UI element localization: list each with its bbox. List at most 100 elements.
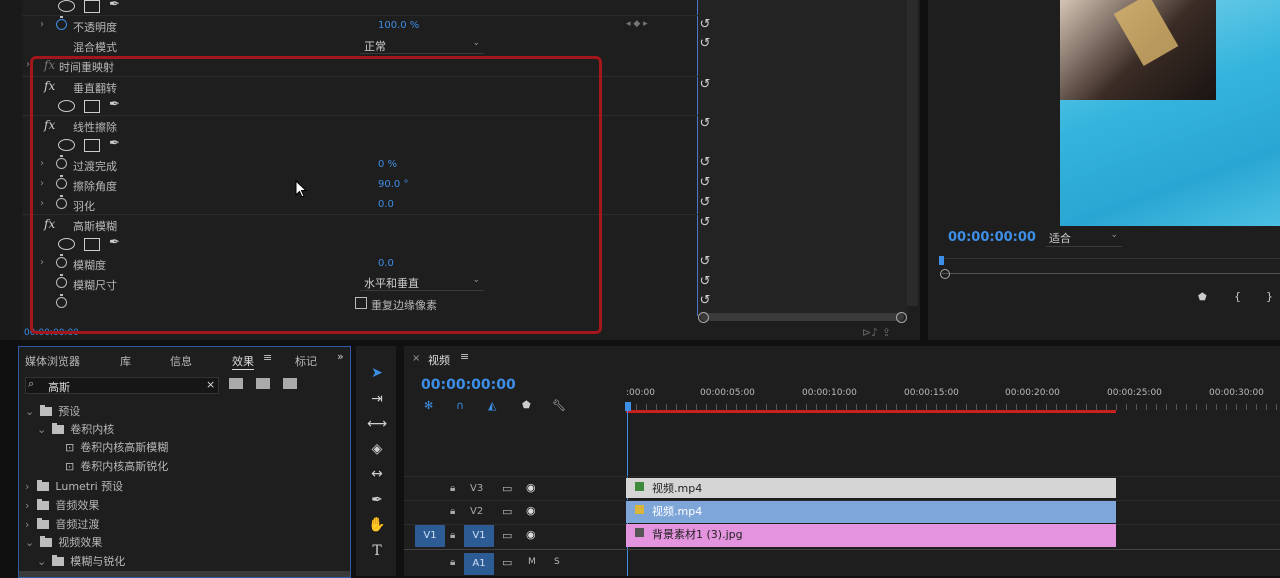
sync-lock-icon[interactable]: ▭ xyxy=(502,529,512,542)
linked-selection-icon[interactable]: ∩ xyxy=(456,399,464,412)
stopwatch-icon[interactable] xyxy=(56,16,67,30)
mute-button[interactable]: M xyxy=(528,557,536,567)
tab-media-browser[interactable]: 媒体浏览器 xyxy=(25,353,80,369)
chevron-right-icon: › xyxy=(25,518,30,531)
playhead-icon[interactable] xyxy=(625,402,631,411)
tree-presets[interactable]: ⌄ 预设 xyxy=(25,403,80,421)
track-label-v2[interactable]: V2 xyxy=(470,506,483,517)
blend-mode-dropdown[interactable]: 正常 ⌄ xyxy=(360,38,484,54)
search-box[interactable]: ⌕ 高斯 × xyxy=(25,377,219,394)
clear-search-icon[interactable]: × xyxy=(206,378,215,391)
32bit-effects-icon[interactable] xyxy=(256,378,270,389)
program-timecode[interactable]: 00:00:00:00 xyxy=(948,230,1036,245)
track-label-a1[interactable]: A1 xyxy=(464,553,494,575)
time-ruler[interactable]: :00:00 00:00:05:00 00:00:10:00 00:00:15:… xyxy=(626,384,1280,414)
lock-icon[interactable]: 🔒︎ xyxy=(450,506,455,517)
marker-icon[interactable]: ⬟ xyxy=(1198,292,1207,303)
keyframe-nav[interactable]: ◂ ◆ ▸ xyxy=(626,19,648,29)
accelerated-effects-icon[interactable] xyxy=(229,378,243,389)
pen-mask-icon[interactable]: ✒ xyxy=(109,0,120,12)
tree-selected-row[interactable] xyxy=(19,571,350,577)
tree-conv-gaussian-sharpen[interactable]: ⊡ 卷积内核高斯锐化 xyxy=(65,458,168,476)
clip-v2[interactable]: 视频.mp4 xyxy=(626,501,1116,523)
render-icons[interactable]: ⊳♪ ⇪ xyxy=(862,326,891,339)
search-input[interactable]: 高斯 xyxy=(48,379,70,395)
tree-audio-transitions[interactable]: › 音频过渡 xyxy=(25,516,99,534)
timeline-timecode[interactable]: 00:00:00:00 xyxy=(421,377,516,393)
reset-icon[interactable]: ↺ xyxy=(698,216,712,230)
eye-icon[interactable]: ◉ xyxy=(526,528,536,541)
lock-icon[interactable]: 🔒︎ xyxy=(450,530,455,541)
reset-icon[interactable]: ↺ xyxy=(698,196,712,210)
reset-icon[interactable]: ↺ xyxy=(698,18,712,32)
razor-tool-icon[interactable]: ◈ xyxy=(366,438,388,460)
sync-lock-icon[interactable]: ▭ xyxy=(502,556,512,569)
rect-mask-icon[interactable] xyxy=(84,0,100,13)
tab-libraries[interactable]: 库 xyxy=(120,353,131,369)
zoom-handle[interactable] xyxy=(940,269,950,279)
reset-icon[interactable]: ↺ xyxy=(698,294,712,308)
lock-icon[interactable]: 🔒︎ xyxy=(450,483,455,494)
vertical-scrollbar[interactable] xyxy=(907,0,918,306)
tab-markers[interactable]: 标记 xyxy=(295,353,317,369)
solo-button[interactable]: S xyxy=(554,557,560,567)
fit-dropdown[interactable]: 适合 ⌄ xyxy=(1046,230,1122,247)
reset-icon[interactable]: ↺ xyxy=(698,176,712,190)
snap-icon[interactable]: ✻ xyxy=(424,399,433,412)
track-label-v1[interactable]: V1 xyxy=(464,525,494,547)
reset-icon[interactable]: ↺ xyxy=(698,156,712,170)
sync-lock-icon[interactable]: ▭ xyxy=(502,505,512,518)
pen-tool-icon[interactable]: ✒ xyxy=(366,489,388,511)
program-ruler[interactable] xyxy=(938,258,1280,271)
add-marker-icon[interactable]: ◭ xyxy=(488,399,496,412)
tree-lumetri-presets[interactable]: › Lumetri 预设 xyxy=(25,478,123,496)
wrench-icon[interactable]: 🔧︎ xyxy=(552,399,566,412)
ruler-label: 00:00:25:00 xyxy=(1107,388,1162,398)
menu-icon[interactable]: ≡ xyxy=(460,350,469,363)
tab-info[interactable]: 信息 xyxy=(170,353,192,369)
hand-tool-icon[interactable]: ✋ xyxy=(366,514,388,536)
scroll-handle-right[interactable] xyxy=(896,312,907,323)
reset-icon[interactable]: ↺ xyxy=(698,275,712,289)
source-patch-v1[interactable]: V1 xyxy=(415,525,445,547)
track-label-v3[interactable]: V3 xyxy=(470,483,483,494)
clip-v3[interactable]: 视频.mp4 xyxy=(626,478,1116,498)
opacity-value[interactable]: 100.0 % xyxy=(378,20,419,31)
reset-icon[interactable]: ↺ xyxy=(698,255,712,269)
reset-icon[interactable]: ↺ xyxy=(698,78,712,92)
scroll-handle-left[interactable] xyxy=(698,312,709,323)
track-select-tool-icon[interactable]: ⇥ xyxy=(366,388,388,410)
tree-audio-effects[interactable]: › 音频效果 xyxy=(25,497,99,515)
lock-icon[interactable]: 🔒︎ xyxy=(450,557,455,568)
tab-effects[interactable]: 效果 xyxy=(232,353,254,369)
tree-convolution-kernel[interactable]: ⌄ 卷积内核 xyxy=(37,421,114,439)
reset-icon[interactable]: ↺ xyxy=(698,117,712,131)
work-area-bar[interactable] xyxy=(626,410,1116,413)
tab-timeline-sequence[interactable]: 视频 xyxy=(428,352,450,368)
eye-icon[interactable]: ◉ xyxy=(526,481,536,494)
sync-lock-icon[interactable]: ▭ xyxy=(502,482,512,495)
menu-icon[interactable]: ≡ xyxy=(263,351,272,364)
ellipse-mask-icon[interactable] xyxy=(58,0,75,12)
close-tab-icon[interactable]: × xyxy=(412,353,420,364)
video-frame[interactable] xyxy=(1060,0,1280,226)
more-tabs-icon[interactable]: » xyxy=(337,350,344,363)
eye-icon[interactable]: ◉ xyxy=(526,504,536,517)
horizontal-scrollbar[interactable] xyxy=(700,313,904,321)
expand-icon[interactable]: › xyxy=(40,19,44,30)
type-tool-icon[interactable]: T xyxy=(366,540,388,562)
mark-in-icon[interactable]: { xyxy=(1234,290,1241,303)
tree-video-effects[interactable]: ⌄ 视频效果 xyxy=(25,534,102,552)
tree-blur-sharpen[interactable]: ⌄ 模糊与锐化 xyxy=(37,553,125,571)
ripple-edit-tool-icon[interactable]: ⟷ xyxy=(366,413,388,435)
reset-icon[interactable]: ↺ xyxy=(698,37,712,51)
yuv-effects-icon[interactable] xyxy=(283,378,297,389)
slip-tool-icon[interactable]: ↔ xyxy=(366,463,388,485)
clip-v1[interactable]: 背景素材1 (3).jpg xyxy=(626,524,1116,547)
marker-icon[interactable]: ⬟ xyxy=(522,400,531,411)
playhead-icon[interactable] xyxy=(939,256,944,265)
selection-tool-icon[interactable]: ➤ xyxy=(366,362,388,384)
tree-conv-gaussian-blur[interactable]: ⊡ 卷积内核高斯模糊 xyxy=(65,439,168,457)
clip-image-icon xyxy=(635,528,644,537)
mark-out-icon[interactable]: } xyxy=(1266,290,1273,303)
